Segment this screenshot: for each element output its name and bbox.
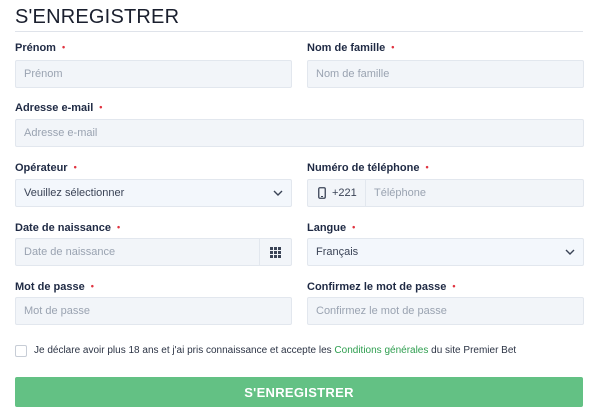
password-confirm-input[interactable]: Confirmez le mot de passe bbox=[307, 297, 584, 325]
required-marker: • bbox=[352, 222, 356, 232]
phone-prefix[interactable]: +221 bbox=[308, 180, 366, 206]
birth-date-label: Date de naissance • bbox=[15, 222, 120, 234]
required-marker: • bbox=[425, 162, 429, 172]
consent-text-before: Je déclare avoir plus 18 ans et j'ai pri… bbox=[34, 345, 335, 356]
email-label: Adresse e-mail • bbox=[15, 102, 102, 114]
language-select[interactable]: Français bbox=[307, 238, 584, 266]
language-label-text: Langue bbox=[307, 222, 347, 234]
first-name-placeholder: Prénom bbox=[24, 68, 63, 80]
phone-input[interactable]: +221 Téléphone bbox=[307, 179, 584, 207]
operator-label: Opérateur • bbox=[15, 162, 77, 174]
required-marker: • bbox=[117, 222, 121, 232]
first-name-label: Prénom • bbox=[15, 42, 65, 54]
required-marker: • bbox=[452, 281, 456, 291]
register-button[interactable]: S'ENREGISTRER bbox=[15, 377, 583, 407]
email-input[interactable]: Adresse e-mail bbox=[15, 119, 584, 147]
operator-label-text: Opérateur bbox=[15, 162, 68, 174]
terms-checkbox[interactable] bbox=[15, 345, 27, 357]
password-label: Mot de passe • bbox=[15, 281, 94, 293]
operator-select[interactable]: Veuillez sélectionner bbox=[15, 179, 292, 207]
language-selected-value: Français bbox=[316, 246, 359, 258]
birth-date-placeholder: Date de naissance bbox=[24, 246, 116, 258]
page-title: S'ENREGISTRER bbox=[15, 6, 180, 28]
password-label-text: Mot de passe bbox=[15, 281, 85, 293]
first-name-input[interactable]: Prénom bbox=[15, 60, 292, 88]
chevron-down-icon bbox=[565, 249, 575, 255]
phone-prefix-code: +221 bbox=[332, 187, 357, 199]
required-marker: • bbox=[73, 162, 77, 172]
email-label-text: Adresse e-mail bbox=[15, 102, 94, 114]
birth-date-input[interactable]: Date de naissance bbox=[15, 238, 292, 266]
title-divider bbox=[15, 31, 583, 32]
last-name-placeholder: Nom de famille bbox=[316, 68, 390, 80]
language-label: Langue • bbox=[307, 222, 355, 234]
password-input[interactable]: Mot de passe bbox=[15, 297, 292, 325]
terms-link[interactable]: Conditions générales bbox=[334, 345, 428, 356]
required-marker: • bbox=[61, 42, 66, 52]
phone-placeholder: Téléphone bbox=[374, 187, 426, 199]
operator-selected-value: Veuillez sélectionner bbox=[24, 187, 125, 199]
terms-consent-text: Je déclare avoir plus 18 ans et j'ai pri… bbox=[34, 345, 516, 356]
consent-text-after: du site Premier Bet bbox=[428, 345, 517, 356]
first-name-label-text: Prénom bbox=[15, 42, 56, 54]
password-placeholder: Mot de passe bbox=[24, 305, 91, 317]
calendar-grid-icon bbox=[270, 246, 281, 258]
required-marker: • bbox=[90, 281, 94, 291]
chevron-down-icon bbox=[273, 190, 283, 196]
password-confirm-label-text: Confirmez le mot de passe bbox=[307, 281, 447, 293]
last-name-label-text: Nom de famille bbox=[307, 42, 386, 54]
password-confirm-placeholder: Confirmez le mot de passe bbox=[316, 305, 447, 317]
birth-date-label-text: Date de naissance bbox=[15, 222, 111, 234]
phone-label-text: Numéro de téléphone bbox=[307, 162, 420, 174]
required-marker: • bbox=[391, 42, 395, 52]
phone-label: Numéro de téléphone • bbox=[307, 162, 429, 174]
last-name-label: Nom de famille • bbox=[307, 42, 394, 54]
email-placeholder: Adresse e-mail bbox=[24, 127, 98, 139]
last-name-input[interactable]: Nom de famille bbox=[307, 60, 584, 88]
required-marker: • bbox=[99, 102, 103, 112]
calendar-button[interactable] bbox=[259, 239, 291, 265]
mobile-phone-icon bbox=[318, 187, 326, 199]
password-confirm-label: Confirmez le mot de passe • bbox=[307, 281, 456, 293]
